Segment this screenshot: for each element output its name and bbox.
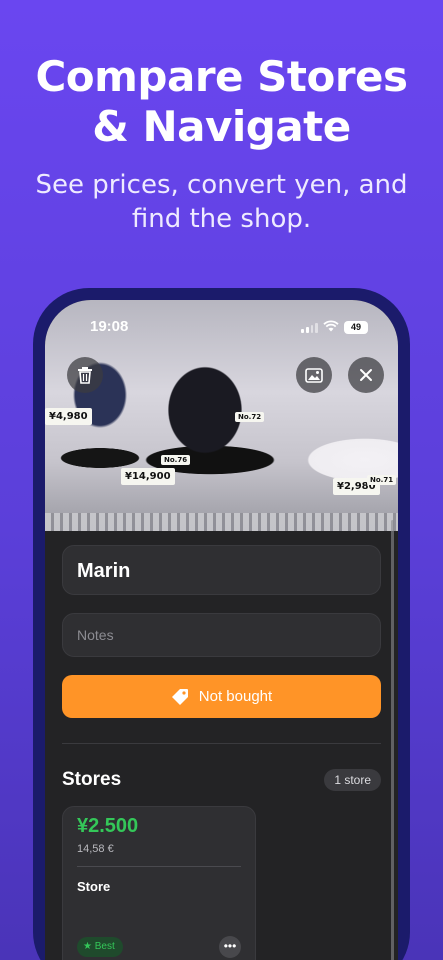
bought-status-button[interactable]: Not bought — [62, 675, 381, 718]
section-divider — [62, 743, 381, 744]
image-icon — [305, 367, 323, 383]
close-button[interactable] — [348, 357, 384, 393]
change-photo-button[interactable] — [296, 357, 332, 393]
store-price: ¥2.500 — [77, 815, 139, 837]
status-time: 19:08 — [90, 318, 129, 335]
store-count-badge: 1 store — [324, 769, 381, 791]
hero-title-line1: Compare Stores — [35, 52, 408, 101]
hero-subtitle: See prices, convert yen, and find the sh… — [35, 170, 408, 234]
status-bar: 19:08 49 — [45, 318, 398, 338]
item-detail-form: Marin Notes Not bought Stores 1 store ¥2… — [45, 531, 398, 960]
tag-icon — [171, 688, 188, 705]
ellipsis-icon: ••• — [223, 939, 237, 953]
price-tag: ¥4,980 — [45, 408, 92, 425]
stores-heading: Stores — [62, 769, 122, 790]
status-icons: 49 — [301, 320, 368, 335]
price-tag: No.76 — [161, 455, 191, 465]
scroll-indicator[interactable] — [391, 520, 394, 960]
close-icon — [360, 369, 372, 381]
store-name: Store — [77, 879, 111, 894]
hero-title-line2: & Navigate — [92, 102, 351, 151]
star-icon: ★ — [83, 941, 92, 952]
store-card[interactable]: ¥2.500 14,58 € Store ★ Best ••• — [62, 806, 256, 960]
more-options-button[interactable]: ••• — [219, 936, 241, 958]
card-divider — [77, 866, 241, 867]
signal-icon — [301, 322, 318, 333]
best-badge: ★ Best — [77, 937, 123, 957]
price-tag: ¥14,900 — [121, 468, 175, 485]
hero-title: Compare Stores & Navigate — [0, 52, 443, 152]
bought-status-label: Not bought — [198, 688, 273, 705]
shelf-rail — [45, 513, 398, 531]
best-badge-label: Best — [94, 941, 115, 952]
converted-price: 14,58 € — [77, 843, 114, 855]
phone-screen: ¥4,980 ¥14,900 ¥2,980 No.76 No.72 No.71 … — [45, 300, 398, 960]
notes-field[interactable]: Notes — [62, 613, 381, 657]
trash-icon — [78, 367, 92, 384]
wifi-icon — [323, 320, 339, 335]
delete-button[interactable] — [67, 357, 103, 393]
price-tag: No.71 — [367, 475, 397, 485]
battery-icon: 49 — [344, 321, 368, 334]
price-tag: No.72 — [235, 412, 265, 422]
phone-frame: ¥4,980 ¥14,900 ¥2,980 No.76 No.72 No.71 … — [33, 288, 410, 960]
item-name-field[interactable]: Marin — [62, 545, 381, 595]
